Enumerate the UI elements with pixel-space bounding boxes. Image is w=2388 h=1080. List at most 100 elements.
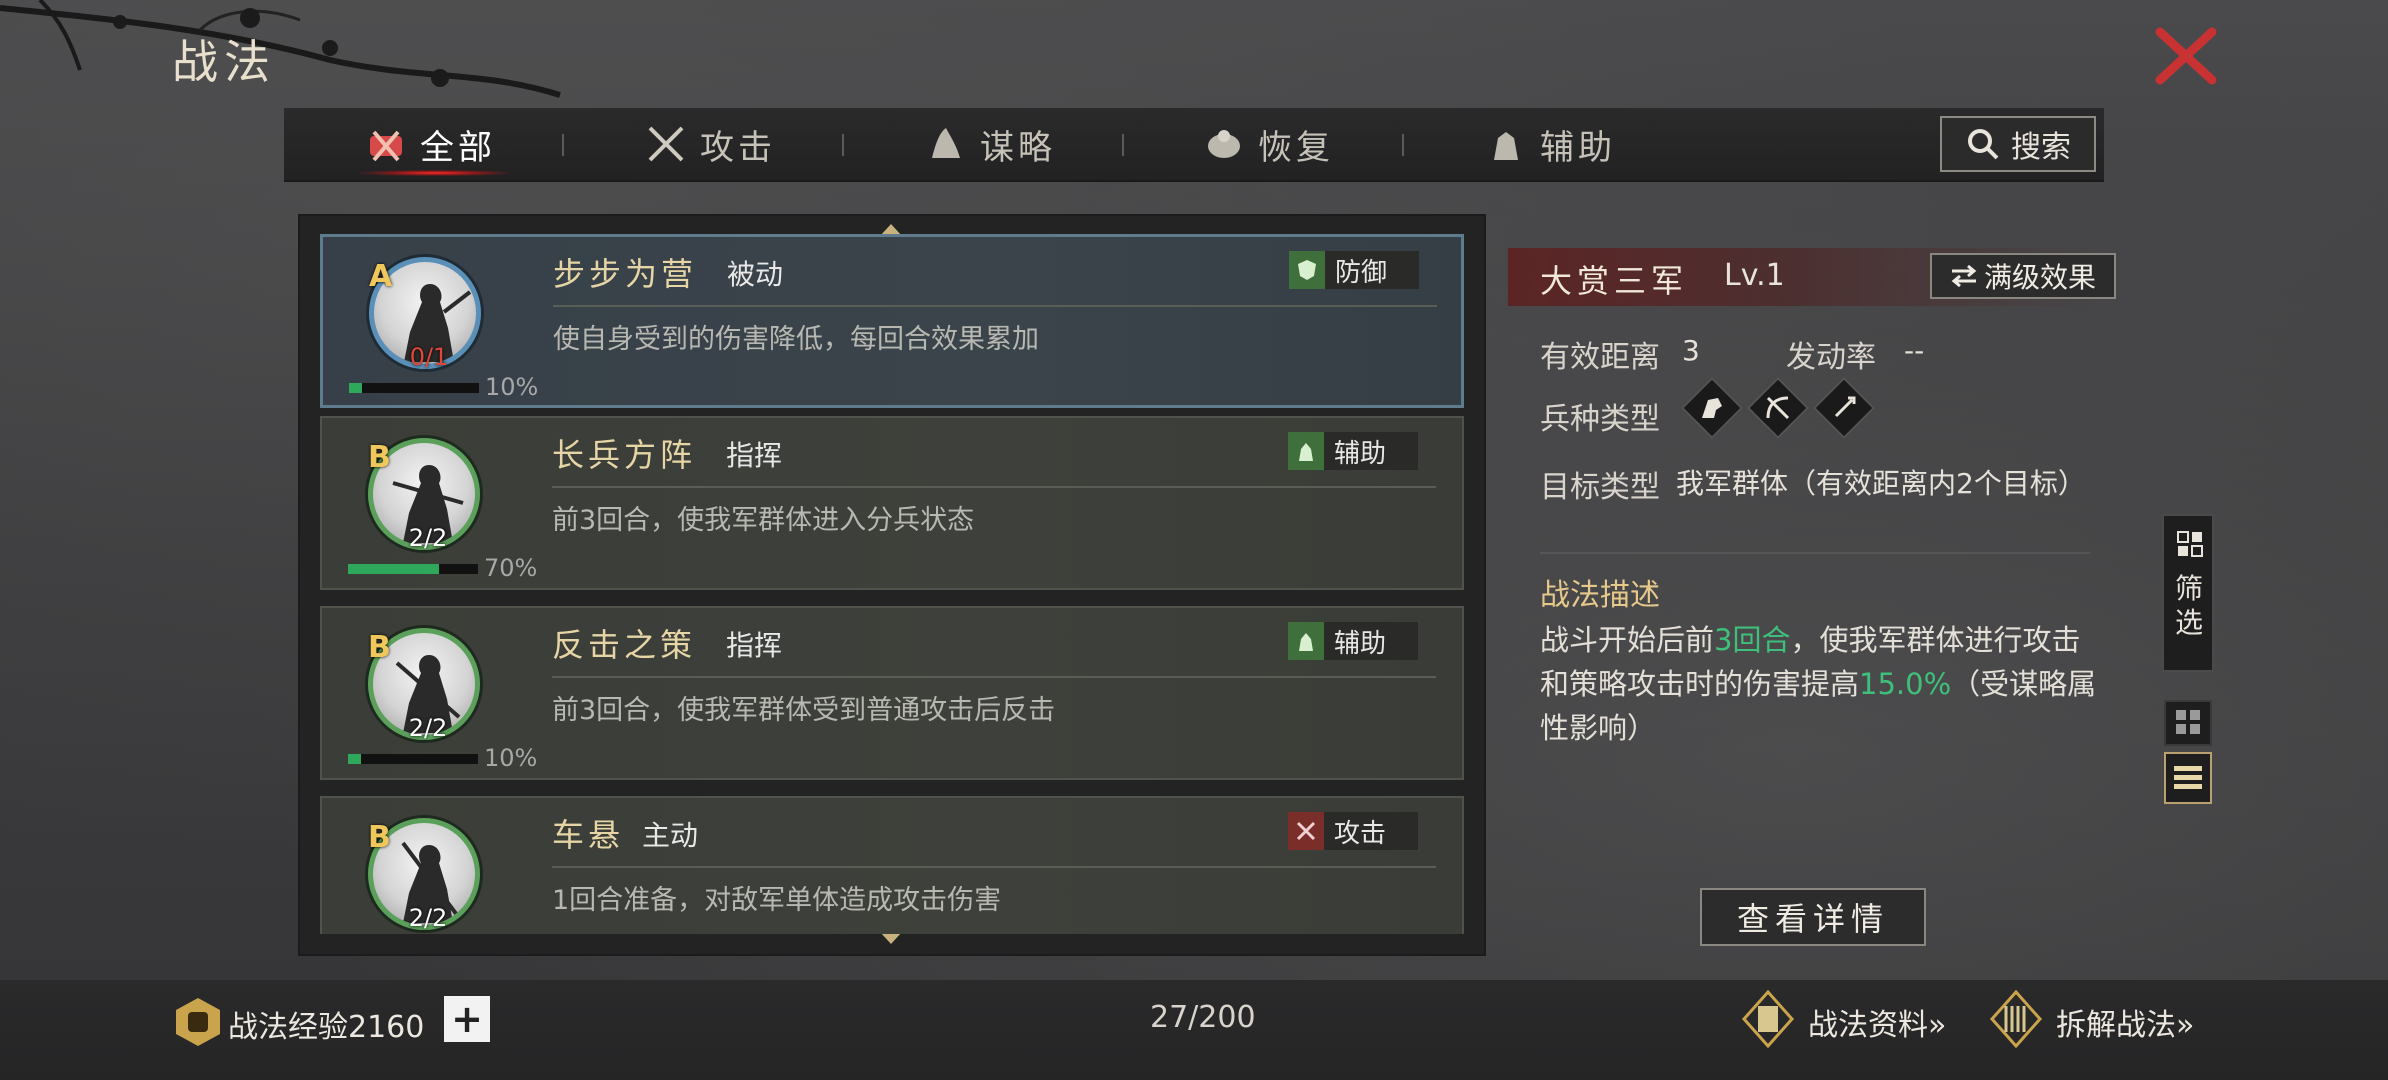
- desc-highlight: 15.0%: [1859, 667, 1952, 701]
- book-icon: [1741, 990, 1795, 1048]
- support-icon: [1288, 622, 1324, 660]
- progress-bar: [349, 383, 479, 393]
- target-type-label: 目标类型: [1540, 470, 1660, 505]
- close-button[interactable]: [2150, 24, 2222, 88]
- tab-label: 辅助: [1540, 127, 1616, 168]
- skill-count-total: 27/200: [1150, 1000, 1256, 1035]
- progress-label: 10%: [485, 373, 539, 401]
- progress-label: 70%: [484, 554, 538, 582]
- skill-grade: A: [369, 259, 393, 294]
- skill-card[interactable]: B 2/2 70% 长兵方阵 指挥 前3回合，使我军群体进入分兵状态 辅助: [320, 416, 1464, 590]
- filter-grid-icon: [2177, 531, 2203, 557]
- skill-exp: 战法经验2160: [228, 1010, 425, 1045]
- active-tab-indicator: [360, 170, 510, 176]
- search-icon: [1968, 129, 1999, 160]
- skill-info-link[interactable]: 战法资料»: [1808, 1000, 1946, 1044]
- desc-highlight: 3回合: [1714, 623, 1791, 657]
- grid-view-button[interactable]: [2164, 700, 2212, 746]
- progress-bar: [348, 564, 478, 574]
- skill-tag: 辅助: [1288, 622, 1418, 660]
- card-divider: [552, 676, 1436, 678]
- grid-view-icon: [2176, 710, 2200, 734]
- decompose-skill-link[interactable]: 拆解战法»: [2056, 1000, 2194, 1044]
- skill-name: 长兵方阵: [552, 436, 697, 474]
- full-effect-button[interactable]: 满级效果: [1930, 253, 2116, 299]
- swap-icon: [1951, 265, 1977, 287]
- skill-count: 2/2: [408, 714, 448, 742]
- archer-icon: [1746, 376, 1810, 440]
- list-view-button[interactable]: [2164, 752, 2212, 804]
- tab-scheme[interactable]: 谋略: [924, 108, 1056, 180]
- tab-support[interactable]: 辅助: [1484, 108, 1616, 180]
- rate-value: --: [1904, 334, 1925, 367]
- skill-count: 2/2: [408, 524, 448, 552]
- skill-count: 2/2: [408, 904, 448, 932]
- skill-desc: 1回合准备，对敌军单体造成攻击伤害: [552, 885, 1002, 916]
- tab-label: 攻击: [700, 127, 776, 168]
- cavalry-icon: [1680, 376, 1744, 440]
- tab-divider: [1122, 134, 1124, 156]
- skill-grade: B: [368, 630, 391, 665]
- card-divider: [553, 305, 1437, 307]
- progress-bar: [348, 754, 478, 764]
- desc-title: 战法描述: [1540, 578, 1660, 613]
- support-icon: [1288, 432, 1324, 470]
- desc-part: 战斗开始后前: [1540, 623, 1715, 657]
- skill-card[interactable]: B 2/2 车悬 主动 1回合准备，对敌军单体造成攻击伤害 攻击: [320, 796, 1464, 934]
- target-type-value: 我军群体（有效距离内2个目标）: [1676, 467, 2086, 500]
- skill-type: 主动: [642, 819, 699, 852]
- tab-attack[interactable]: 攻击: [644, 108, 776, 180]
- skill-card[interactable]: B 2/2 10% 反击之策 指挥 前3回合，使我军群体受到普通攻击后反击 辅助: [320, 606, 1464, 780]
- detail-level: Lv.1: [1724, 258, 1785, 293]
- skill-type: 指挥: [726, 439, 783, 472]
- scheme-icon: [932, 128, 960, 158]
- skill-tag: 防御: [1289, 251, 1419, 289]
- crossed-swords-icon: [1288, 812, 1324, 850]
- add-exp-button[interactable]: +: [444, 996, 490, 1042]
- skill-grade: B: [368, 440, 391, 475]
- tab-label: 恢复: [1258, 127, 1334, 168]
- skill-name: 步步为营: [553, 255, 698, 293]
- recover-icon: [1208, 130, 1240, 158]
- skill-tag-label: 防御: [1335, 257, 1388, 288]
- shield-icon: [1289, 251, 1325, 289]
- view-detail-button[interactable]: 查看详情: [1700, 888, 1926, 946]
- detail-title: 大赏三军: [1540, 262, 1689, 300]
- filter-button[interactable]: 筛选: [2162, 514, 2214, 672]
- skill-card-clip: B 2/2 车悬 主动 1回合准备，对敌军单体造成攻击伤害 攻击: [320, 796, 1464, 934]
- fist-icon: [176, 998, 220, 1046]
- skill-card[interactable]: A 0/1 10% 步步为营 被动 使自身受到的伤害降低，每回合效果累加 防御: [320, 234, 1464, 408]
- tab-recover[interactable]: 恢复: [1202, 108, 1334, 180]
- full-effect-label: 满级效果: [1983, 261, 2096, 294]
- filter-label: 筛选: [2174, 572, 2203, 639]
- tab-divider: [1402, 134, 1404, 156]
- progress-fill: [348, 754, 361, 764]
- decompose-icon: [1989, 990, 2043, 1048]
- card-divider: [552, 486, 1436, 488]
- skill-type: 指挥: [726, 629, 783, 662]
- all-icon: [370, 130, 402, 162]
- skill-description: 战斗开始后前3回合，使我军群体进行攻击和策略攻击时的伤害提高15.0%（受谋略属…: [1540, 618, 2100, 750]
- skill-desc: 前3回合，使我军群体进入分兵状态: [552, 505, 975, 536]
- skill-tag-label: 辅助: [1334, 628, 1387, 659]
- range-value: 3: [1682, 334, 1700, 367]
- card-divider: [552, 866, 1436, 868]
- skill-desc: 前3回合，使我军群体受到普通攻击后反击: [552, 695, 1056, 726]
- search-button[interactable]: 搜索: [1940, 116, 2096, 172]
- skill-type: 被动: [727, 258, 784, 291]
- page-title: 战法: [172, 35, 276, 89]
- tab-divider: [842, 134, 844, 156]
- skill-count: 0/1: [409, 343, 449, 371]
- search-label: 搜索: [2011, 130, 2071, 165]
- range-label: 有效距离: [1540, 340, 1660, 375]
- progress-label: 10%: [484, 744, 538, 772]
- progress-fill: [349, 383, 362, 393]
- skill-tag-label: 攻击: [1334, 818, 1387, 849]
- skill-tag: 攻击: [1288, 812, 1418, 850]
- crossed-swords-icon: [648, 126, 684, 162]
- list-view-icon: [2174, 766, 2202, 789]
- tab-divider: [562, 134, 564, 156]
- skill-name: 反击之策: [552, 626, 697, 664]
- skill-tag-label: 辅助: [1334, 438, 1387, 469]
- rate-label: 发动率: [1786, 340, 1876, 375]
